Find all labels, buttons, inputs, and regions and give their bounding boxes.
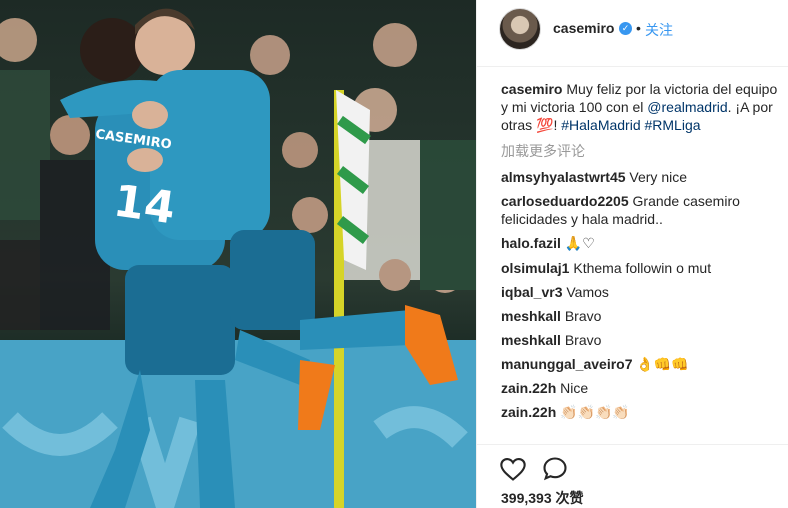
caption-mention-link[interactable]: @realmadrid [647, 99, 727, 115]
likes-number: 399,393 [501, 490, 552, 506]
header-separator: • [636, 20, 641, 36]
comment-username[interactable]: iqbal_vr3 [501, 284, 562, 300]
load-more-comments-button[interactable]: 加载更多评论 [501, 140, 781, 162]
comment-username[interactable]: zain.22h [501, 380, 556, 396]
post-details-panel: casemiro ✓ • 关注 casemiro Muy feliz por l… [476, 0, 788, 508]
comment-emoji-text: 🙏♡ [564, 236, 595, 252]
comment-username[interactable]: meshkall [501, 308, 561, 324]
comment-username[interactable]: carloseduardo2205 [501, 193, 629, 209]
caption-username[interactable]: casemiro [501, 81, 562, 97]
comment-username[interactable]: halo.fazil [501, 235, 561, 251]
post-caption: casemiro Muy feliz por la victoria del e… [501, 80, 781, 134]
comment-item: meshkall Bravo [501, 307, 781, 325]
photo-illustration: CASEMIRO 14 [0, 8, 476, 508]
comment-username[interactable]: manunggal_aveiro7 [501, 356, 633, 372]
comment-text: Vamos [566, 284, 609, 300]
comment-button[interactable] [541, 455, 569, 483]
post-photo[interactable]: CASEMIRO 14 [0, 0, 476, 508]
heart-icon [500, 458, 526, 481]
comment-username[interactable]: almsyhyalastwrt45 [501, 169, 626, 185]
svg-text:14: 14 [110, 175, 178, 234]
comment-text: Nice [560, 380, 589, 396]
comment-emoji-text: 👏🏻👏🏻👏🏻👏🏻 [560, 404, 630, 420]
comment-item: olsimulaj1 Kthema followin o mut [501, 259, 781, 277]
comment-item: manunggal_aveiro7 👌👊👊 [501, 355, 781, 373]
comment-text: Kthema followin o mut [573, 260, 712, 276]
comment-item: iqbal_vr3 Vamos [501, 283, 781, 301]
comment-item: meshkall Bravo [501, 331, 781, 349]
comment-emoji-text: 👌👊👊 [636, 356, 689, 372]
likes-count[interactable]: 399,393 次赞 [501, 488, 584, 508]
hashtag-link-halamadrid[interactable]: #HalaMadrid [561, 117, 640, 133]
header-username[interactable]: casemiro [553, 20, 614, 36]
comments-list: casemiro Muy feliz por la victoria del e… [501, 80, 781, 421]
follow-button[interactable]: 关注 [645, 20, 673, 40]
post-header: casemiro ✓ • 关注 [477, 0, 788, 67]
comment-item: almsyhyalastwrt45 Very nice [501, 168, 781, 186]
comment-username[interactable]: meshkall [501, 332, 561, 348]
comment-item: zain.22h 👏🏻👏🏻👏🏻👏🏻 [501, 403, 781, 421]
comment-item: halo.fazil 🙏♡ [501, 234, 781, 253]
verified-badge-icon: ✓ [619, 22, 632, 35]
comment-item: zain.22h Nice [501, 379, 781, 397]
speech-bubble-icon [543, 457, 567, 481]
post-actions: 399,393 次赞 [477, 444, 788, 508]
avatar[interactable] [499, 8, 541, 50]
comment-text: Bravo [564, 332, 602, 348]
comment-username[interactable]: zain.22h [501, 404, 556, 420]
comment-text: Very nice [629, 169, 688, 185]
comment-username[interactable]: olsimulaj1 [501, 260, 569, 276]
comment-text: Bravo [564, 308, 602, 324]
like-button[interactable] [499, 455, 527, 483]
hashtag-link-rmliga[interactable]: #RMLiga [645, 117, 701, 133]
comment-item: carloseduardo2205 Grande casemiro felici… [501, 192, 781, 228]
hundred-emoji-icon: 💯 [536, 117, 554, 133]
likes-label: 次赞 [555, 490, 584, 506]
